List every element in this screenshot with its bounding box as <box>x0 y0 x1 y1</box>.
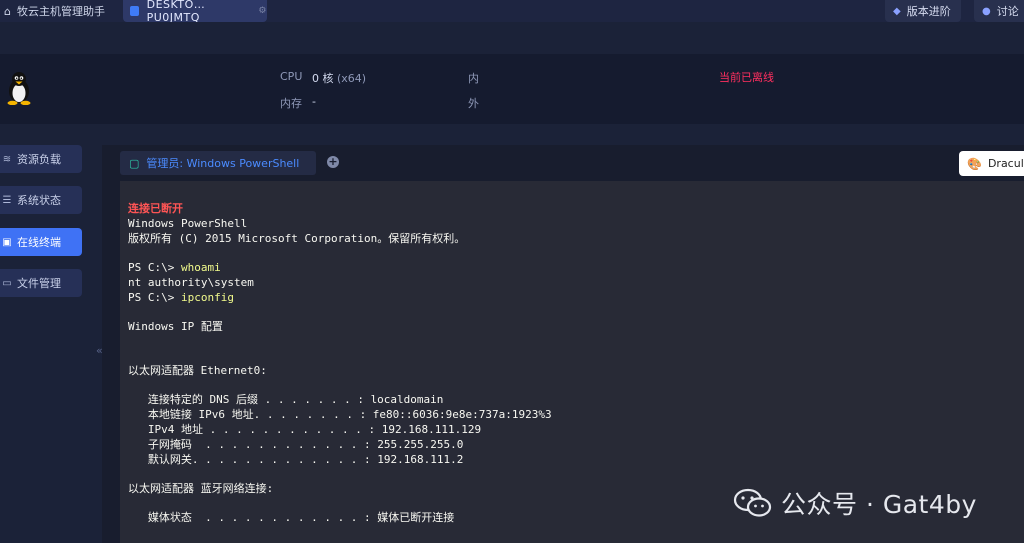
prompt: PS C:\> <box>128 291 181 304</box>
inner-ip-label: 内 <box>468 72 479 85</box>
list-icon: ☰ <box>2 194 12 206</box>
terminal-line: 子网掩码 . . . . . . . . . . . . : 255.255.2… <box>128 438 464 451</box>
home-icon: ⌂ <box>4 4 11 18</box>
terminal-icon: ▣ <box>2 236 12 248</box>
prompt: PS C:\> <box>128 261 181 274</box>
cpu-arch: (x64) <box>337 72 367 85</box>
tab-powershell[interactable]: ▢ 管理员: Windows PowerShell <box>120 151 316 175</box>
discuss-button[interactable]: ● 讨论 <box>974 0 1024 22</box>
sidebar-item-label: 文件管理 <box>17 277 61 290</box>
terminal-line: 版权所有 (C) 2015 Microsoft Corporation。保留所有… <box>128 232 466 245</box>
command: ipconfig <box>180 291 234 304</box>
host-info-bar <box>0 54 1024 124</box>
monitor-icon: ▢ <box>129 156 140 170</box>
sidebar-item-label: 在线终端 <box>17 236 61 249</box>
status-badge: 当前已离线 <box>719 71 774 84</box>
terminal-line: 默认网关. . . . . . . . . . . . . : 192.168.… <box>128 453 464 466</box>
tab-host[interactable]: DESKTO… PU0JMTQ ⚙ <box>123 0 267 24</box>
sidebar-item-system-status[interactable]: ☰ 系统状态 <box>0 186 82 214</box>
wechat-icon <box>733 488 772 517</box>
terminal-line: 媒体状态 . . . . . . . . . . . . : 媒体已断开连接 <box>128 511 455 524</box>
layers-icon: ≋ <box>2 153 12 165</box>
cpu-label: CPU <box>280 70 303 83</box>
linux-penguin-icon <box>7 72 31 105</box>
terminal-line: PS C:\> whoami <box>128 261 221 275</box>
theme-label: Dracula <box>987 157 1024 170</box>
folder-icon: ▭ <box>2 277 12 289</box>
watermark-text: 公众号 · Gat4by <box>781 490 977 519</box>
terminal-line: 本地链接 IPv6 地址. . . . . . . . : fe80::6036… <box>128 408 552 421</box>
cpu-cores: 0 核 <box>312 72 334 85</box>
sidebar-item-online-terminal[interactable]: ▣ 在线终端 <box>0 228 82 256</box>
terminal-line: 连接特定的 DNS 后缀 . . . . . . . : localdomain <box>128 393 444 406</box>
terminal-line: PS C:\> ipconfig <box>128 291 234 305</box>
sidebar-item-resource-load[interactable]: ≋ 资源负载 <box>0 145 82 173</box>
tab-home-label: 牧云主机管理助手 <box>16 5 105 18</box>
terminal-line: IPv4 地址 . . . . . . . . . . . . : 192.16… <box>128 423 482 436</box>
terminal-line: 以太网适配器 蓝牙网络连接: <box>128 482 274 495</box>
terminal-line: 连接已断开 <box>128 202 183 215</box>
theme-select[interactable]: 🎨 Dracula <box>959 151 1024 176</box>
upgrade-button[interactable]: ◆ 版本进阶 <box>885 0 961 22</box>
cpu-value: 0 核 (x64) <box>312 70 366 86</box>
discuss-label: 讨论 <box>996 5 1019 18</box>
watermark: 公众号 · Gat4by <box>733 485 977 521</box>
windows-icon <box>130 6 139 16</box>
add-tab-icon[interactable]: + <box>327 156 339 168</box>
outer-ip-label: 外 <box>468 97 479 110</box>
upgrade-label: 版本进阶 <box>906 5 951 18</box>
header-band <box>0 22 1024 54</box>
sidebar-item-label: 系统状态 <box>17 194 61 207</box>
terminal-line: nt authority\system <box>128 276 254 289</box>
sidebar-item-file-manager[interactable]: ▭ 文件管理 <box>0 269 82 297</box>
diamond-icon: ◆ <box>893 5 901 17</box>
palette-icon: 🎨 <box>967 156 982 171</box>
sidebar-item-label: 资源负载 <box>17 153 61 166</box>
terminal-line: 以太网适配器 Ethernet0: <box>128 364 267 377</box>
memory-label: 内存 <box>280 97 302 110</box>
tab-host-label: DESKTO… PU0JMTQ <box>146 0 206 24</box>
users-icon: ● <box>982 5 991 17</box>
memory-value: - <box>312 95 316 108</box>
tab-home[interactable]: ⌂ 牧云主机管理助手 <box>0 0 112 22</box>
command: whoami <box>180 261 221 274</box>
terminal-tab-label: 管理员: Windows PowerShell <box>146 157 300 170</box>
terminal-line: Windows IP 配置 <box>128 320 223 333</box>
close-tab-icon[interactable]: ⚙ <box>258 6 267 16</box>
terminal-line: Windows PowerShell <box>128 217 248 230</box>
